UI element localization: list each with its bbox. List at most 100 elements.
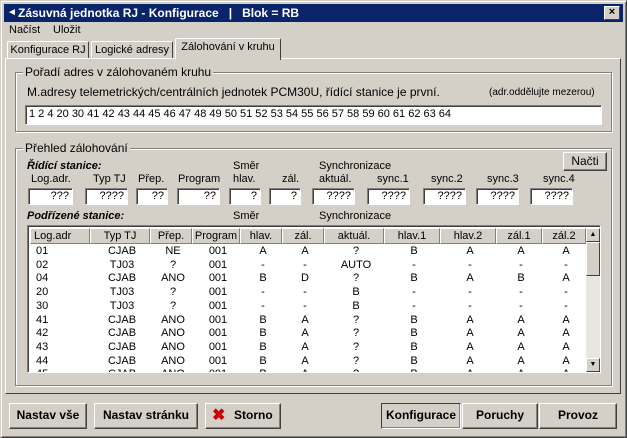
control-field[interactable]: ???? [476, 188, 519, 205]
control-field[interactable]: ??? [28, 188, 73, 205]
table-cell: 45 [36, 368, 96, 372]
table-cell: CJAB [107, 354, 137, 367]
nastav-stranku-button[interactable]: Nastav stránku [94, 403, 198, 429]
control-field[interactable]: ???? [85, 188, 128, 205]
tab-zalohovani-v-kruhu[interactable]: Zálohování v kruhu [175, 38, 281, 60]
system-menu-icon[interactable]: ◄ [7, 4, 17, 22]
control-field[interactable]: ???? [312, 188, 355, 205]
table-cell: B [410, 245, 418, 257]
table-cell: ? [352, 272, 360, 285]
control-header: sync.1 [377, 173, 409, 185]
column-header[interactable]: zál.2 [542, 228, 586, 244]
table-cell: A [562, 327, 570, 340]
provoz-button[interactable]: Provoz [539, 403, 617, 429]
table-cell: - [261, 299, 265, 312]
menu-ulozit[interactable]: Uložit [53, 23, 81, 37]
control-header: hlav. [233, 173, 256, 185]
control-field[interactable]: ???? [367, 188, 410, 205]
ring-order-title: Pořadí adres v zálohovaném kruhu [23, 65, 214, 79]
menu-nacist[interactable]: Načíst [9, 23, 40, 37]
table-row[interactable]: 45CJABANO001BA?BAAA [30, 368, 588, 372]
konfigurace-button[interactable]: Konfigurace [381, 403, 461, 429]
control-header: Typ TJ [93, 173, 126, 185]
table-cell: D [301, 272, 309, 285]
table-row[interactable]: 20 TJ03? 001 - - B - - - - [30, 286, 586, 299]
table-row[interactable]: 41 CJAB ANO 001 B A? B A A A [30, 314, 586, 327]
scroll-up-icon[interactable]: ▲ [586, 228, 600, 242]
column-header[interactable]: zál. [282, 228, 324, 244]
table-cell: ANO [161, 272, 185, 285]
poruchy-button[interactable]: Poruchy [462, 403, 538, 429]
table-cell: - [519, 286, 523, 299]
table-cell: A [544, 368, 588, 372]
storno-button[interactable]: ✖ Storno [205, 403, 281, 429]
table-cell: B [242, 368, 284, 372]
column-header[interactable]: hlav.1 [384, 228, 440, 244]
column-header[interactable]: hlav. [240, 228, 282, 244]
table-cell: A [301, 327, 309, 340]
table-cell: 41 [36, 313, 49, 326]
column-header[interactable]: Log.adr [30, 228, 90, 244]
scroll-thumb[interactable] [586, 242, 600, 276]
control-field[interactable]: ? [269, 188, 301, 205]
nacti-button[interactable]: Načti [563, 152, 607, 171]
column-header[interactable]: zál.1 [496, 228, 542, 244]
table-row[interactable]: 04 CJAB ANO 001 B D? B A B A [30, 272, 586, 285]
table-cell: ANO [161, 340, 185, 353]
close-button[interactable]: × [604, 6, 620, 20]
tab-konfigurace-rj[interactable]: Konfigurace RJ [7, 41, 89, 59]
table-cell: - [412, 286, 416, 299]
table-row[interactable]: 43 CJAB ANO 001 B A? B A A A [30, 341, 586, 354]
table-row[interactable]: 44 CJAB ANO 001 B A? B A A A [30, 355, 586, 368]
table-cell: A [517, 313, 525, 326]
table-cell: 43 [36, 340, 49, 353]
table-cell: A [466, 327, 474, 340]
table-cell: - [564, 286, 568, 299]
table-cell: 20 [36, 286, 49, 299]
control-field[interactable]: ???? [423, 188, 466, 205]
sub-sync-label: Synchronizace [319, 210, 392, 222]
scroll-down-icon[interactable]: ▼ [586, 358, 600, 372]
control-header: sync.4 [543, 173, 575, 185]
table-cell: A [466, 354, 474, 367]
list-scrollbar[interactable]: ▲ ▼ [586, 228, 600, 372]
table-cell: A [301, 354, 309, 367]
column-header[interactable]: Přep. [150, 228, 192, 244]
control-field[interactable]: ?? [177, 188, 220, 205]
table-row[interactable]: 42 CJAB ANO 001 B A? B A A A [30, 327, 586, 340]
table-cell: A [284, 368, 326, 372]
control-sync-label: Synchronizace [319, 160, 392, 172]
column-header[interactable]: hlav.2 [440, 228, 496, 244]
column-header[interactable]: Program [192, 228, 240, 244]
table-cell: CJAB [107, 313, 137, 326]
storno-label: Storno [234, 408, 273, 422]
table-row[interactable]: 30 TJ03? 001 - - B - - - - [30, 300, 586, 313]
table-cell: - [519, 258, 523, 271]
nastav-vse-button[interactable]: Nastav vše [9, 403, 87, 429]
sub-stations-list[interactable]: Log.adr Typ TJ Přep. Program hlav. zál. … [27, 225, 601, 373]
control-field[interactable]: ?? [136, 188, 168, 205]
control-field[interactable]: ???? [530, 188, 573, 205]
column-header[interactable]: Typ TJ [90, 228, 150, 244]
control-header: sync.2 [431, 173, 463, 185]
control-header: sync.3 [487, 173, 519, 185]
table-cell: B [410, 354, 418, 367]
control-field[interactable]: ? [229, 188, 261, 205]
table-cell: B [410, 340, 418, 353]
table-cell: CJAB [107, 245, 137, 257]
title-bar: ◄ Zásuvná jednotka RJ - Konfigurace | Bl… [4, 4, 623, 22]
cancel-x-icon: ✖ [212, 407, 226, 424]
column-header[interactable]: aktuál. [324, 228, 384, 244]
table-cell: 01 [36, 245, 49, 257]
table-cell: A [259, 245, 267, 257]
table-cell: 001 [208, 354, 228, 367]
tab-logicke-adresy[interactable]: Logické adresy [91, 41, 173, 59]
table-row[interactable]: 01 CJAB NE 001 A A? B A A A [30, 245, 586, 258]
ring-addresses-input[interactable]: 1 2 4 20 30 41 42 43 44 45 46 47 48 49 5… [25, 105, 602, 125]
table-row[interactable]: 02 TJ03? 001 - - AUTO - - - - [30, 259, 586, 272]
control-header: aktuál. [319, 173, 352, 185]
table-cell: - [303, 299, 307, 312]
table-cell: CJAB [92, 368, 152, 372]
table-cell: A [498, 368, 544, 372]
table-cell: 44 [36, 354, 49, 367]
